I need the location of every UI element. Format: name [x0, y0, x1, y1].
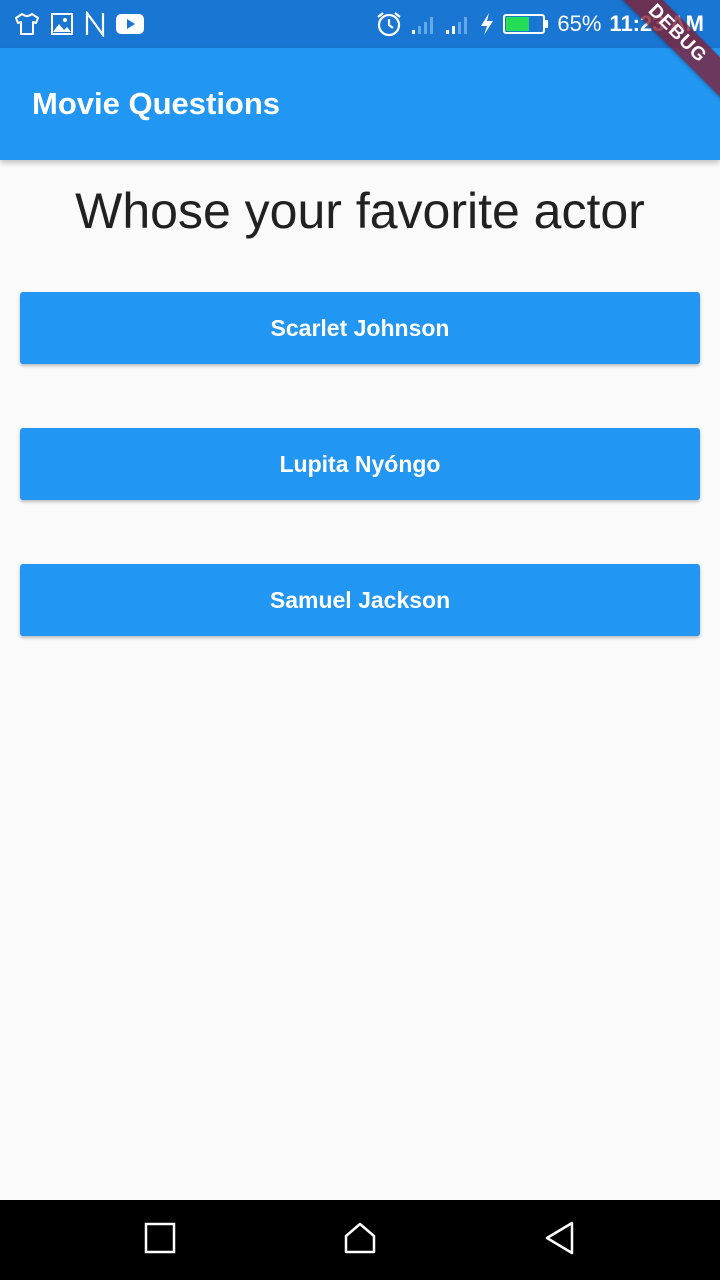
tshirt-icon — [14, 12, 40, 36]
battery-icon — [503, 12, 549, 36]
home-icon — [343, 1221, 377, 1260]
back-icon — [544, 1221, 576, 1260]
status-bar-notifications — [14, 0, 144, 48]
signal-icon — [445, 12, 471, 36]
back-button[interactable] — [536, 1216, 584, 1264]
answer-button[interactable]: Samuel Jackson — [20, 564, 700, 636]
charging-icon — [479, 12, 495, 36]
battery-percent: 65% — [557, 11, 602, 36]
question-content: Whose your favorite actor Scarlet Johnso… — [0, 160, 720, 1200]
answer-button[interactable]: Lupita Nyóngo — [20, 428, 700, 500]
screen: 65% 11:23 AM Movie Questions DEBUG Whose… — [0, 0, 720, 1280]
app-title: Movie Questions — [32, 86, 281, 121]
home-button[interactable] — [336, 1216, 384, 1264]
recents-button[interactable] — [136, 1216, 184, 1264]
alarm-icon — [375, 10, 403, 38]
youtube-icon — [116, 14, 144, 34]
navigation-bar — [0, 1200, 720, 1280]
n-icon — [84, 11, 106, 37]
image-icon — [50, 12, 74, 36]
status-bar: 65% 11:23 AM — [0, 0, 720, 48]
app-bar: Movie Questions — [0, 48, 720, 160]
question-text: Whose your favorite actor — [75, 183, 645, 239]
signal-icon — [411, 12, 437, 36]
answer-button[interactable]: Scarlet Johnson — [20, 292, 700, 364]
recents-icon — [144, 1222, 176, 1259]
